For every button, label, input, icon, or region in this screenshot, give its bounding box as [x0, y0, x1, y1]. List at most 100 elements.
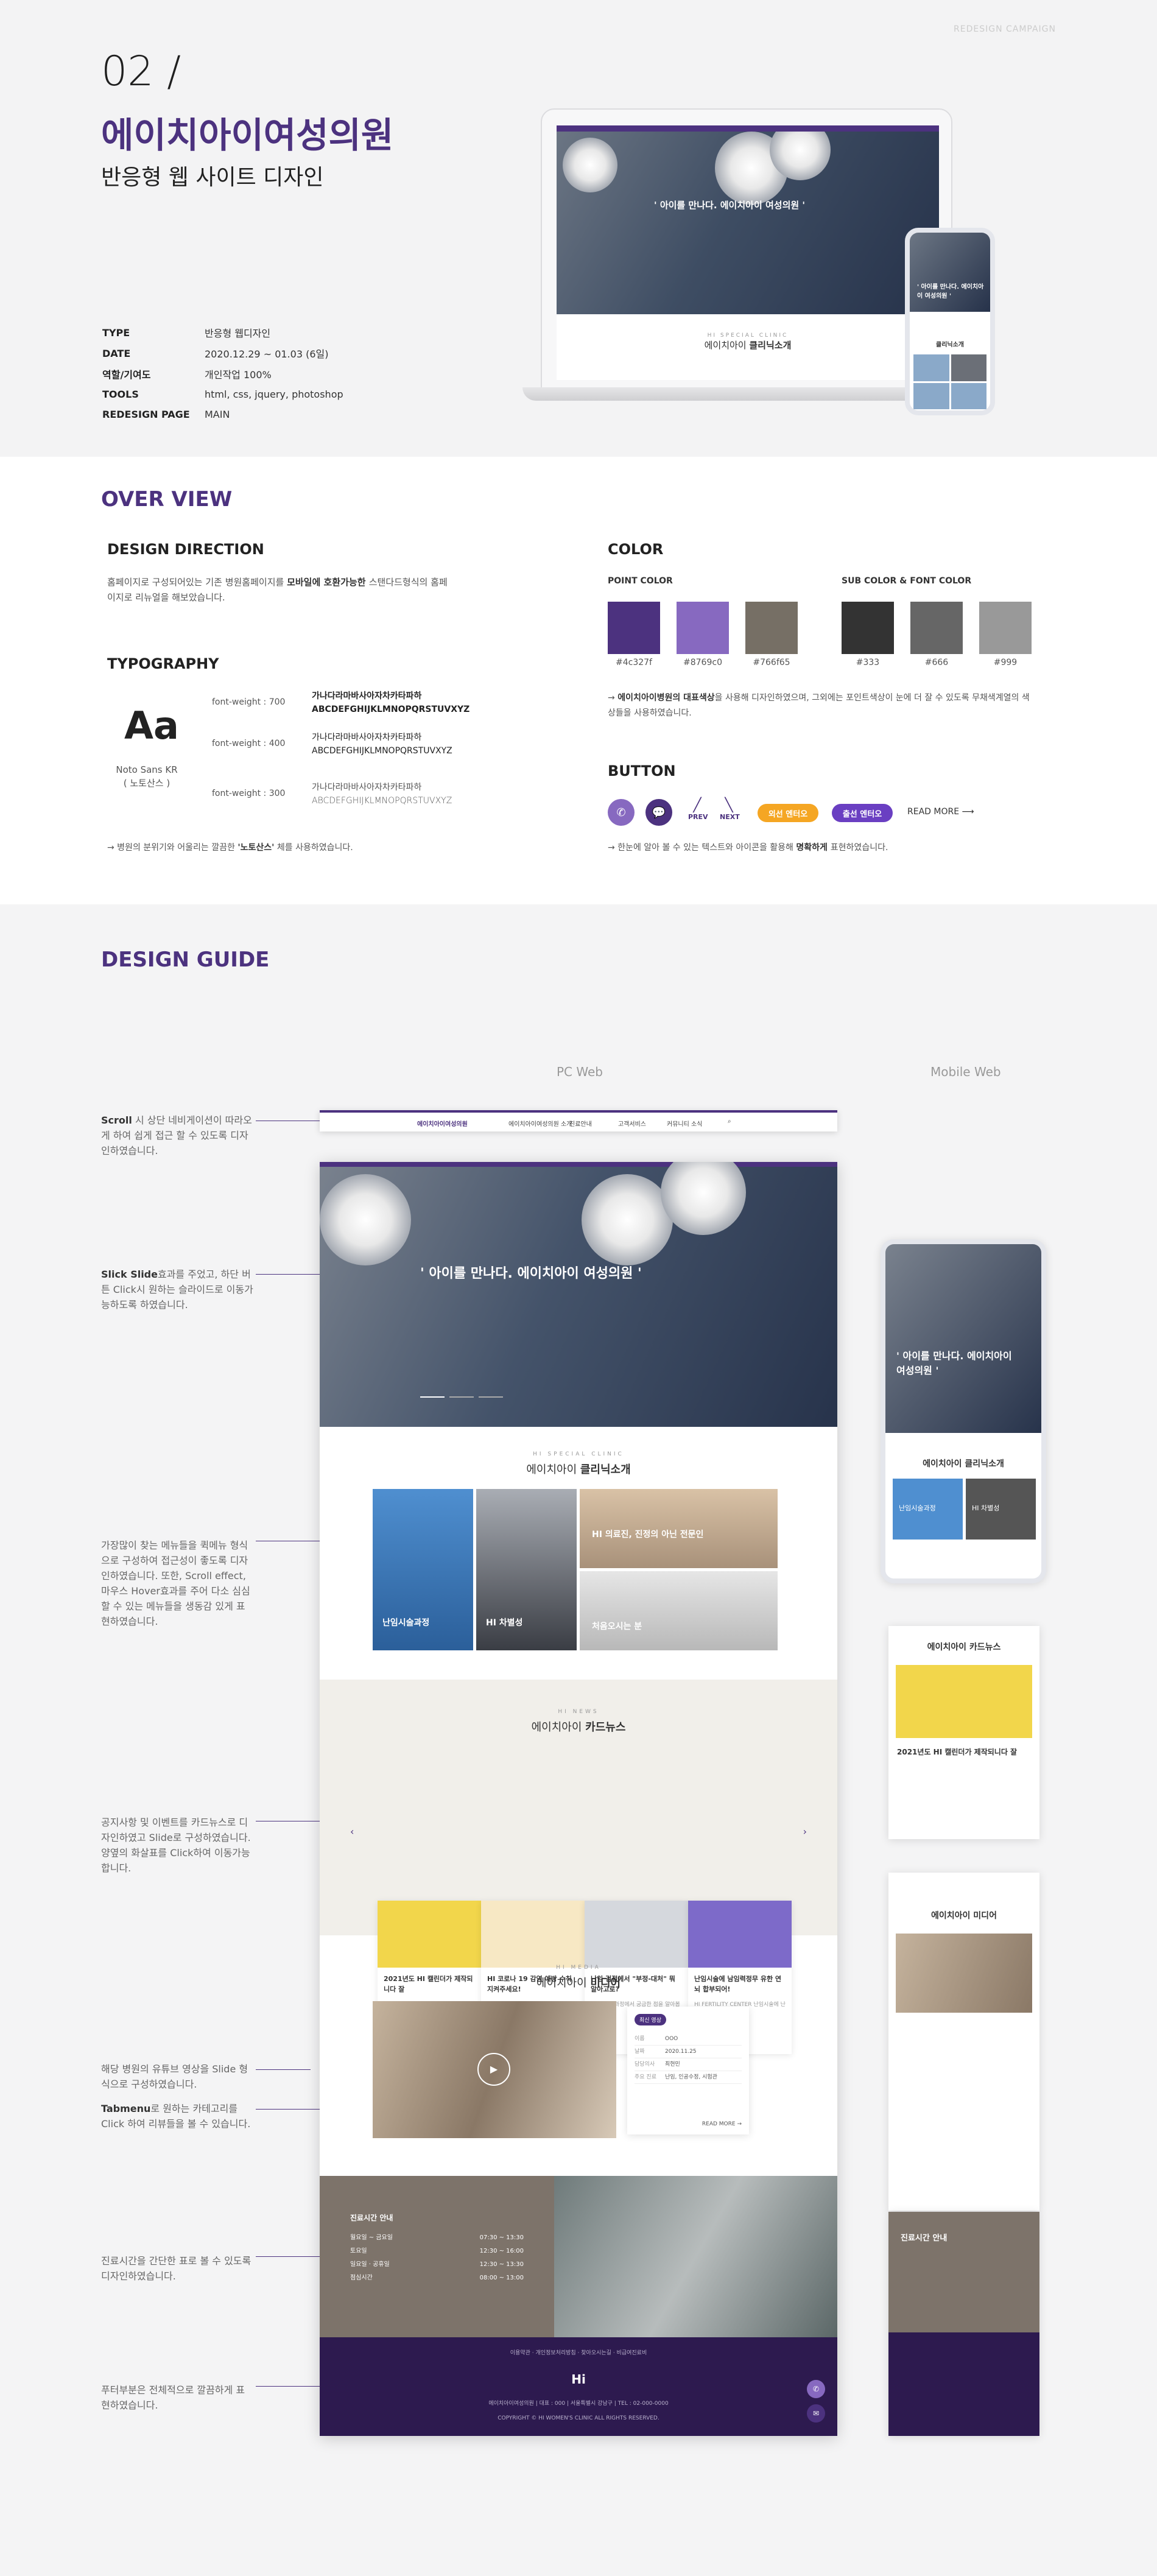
design-direction-title: DESIGN DIRECTION — [107, 541, 264, 558]
pc-hero-slider: ' 아이를 만나다. 에이치아이 여성의원 ' — [320, 1162, 837, 1427]
color-swatch — [842, 602, 894, 654]
media-review-box: 최신 영상 이름 OOO 날짜 2020.11.25 담당의사 최현민 주요 진료 난임, 인… — [627, 2007, 749, 2134]
project-meta-table: TYPE 반응형 웹디자인 DATE 2020.12.29 ~ 01.03 (6일)… — [101, 322, 345, 425]
purple-pill-button[interactable]: 출선 엔터오 — [832, 804, 893, 822]
swatch-label: #8769c0 — [683, 658, 722, 667]
nav-logo[interactable]: 에이치아이여성의원 — [417, 1119, 468, 1128]
guide-note: Scroll 시 상단 네비게이션이 따라오게 하여 쉽게 접근 할 수 있도록… — [101, 1114, 252, 1156]
overview-title: OVER VIEW — [101, 487, 233, 512]
font-sample-aa: Aa — [124, 703, 179, 748]
mobile-clinic-tile[interactable]: HI 차별성 — [966, 1479, 1036, 1540]
clinic-section-title: HI SPECIAL CLINIC 에이치아이 클리닉소개 — [526, 1451, 631, 1476]
mobile-hours-section: 진료시간 안내 — [888, 2212, 1039, 2436]
hero-quote: ' 아이를 만나다. 에이치아이 여성의원 ' — [654, 200, 805, 211]
hours-row: 월요일 ~ 금요일 07:30 ~ 13:30 — [350, 2234, 524, 2241]
point-color-label: POINT COLOR — [608, 576, 673, 586]
weight-label: font-weight : 300 — [212, 789, 286, 798]
guide-note: 공지사항 및 이벤트를 카드뉴스로 디자인하였고 Slide로 구성하였습니다.… — [101, 1817, 251, 1874]
arrow-left-icon: ╱ — [693, 798, 702, 813]
guide-note: 진료시간을 간단한 표로 볼 수 있도록 디자인하였습니다. — [101, 2255, 251, 2282]
clinic-tile[interactable]: HI 의료진, 진정의 아닌 전문인 — [580, 1489, 778, 1568]
pc-web-label: PC Web — [557, 1065, 603, 1079]
button-note: → 한눈에 알아 볼 수 있는 텍스트와 아이콘을 활용해 명확하게 표현하였습… — [608, 843, 888, 853]
doctors-photo — [554, 2176, 837, 2337]
media-section-title: HI MEDIA 에이치아이 미디어 — [536, 1965, 621, 1990]
mobile-clinic-tile[interactable]: 난임시술과정 — [893, 1479, 963, 1540]
chat-button[interactable]: ✉ — [807, 2404, 825, 2423]
guide-note: 해당 병원의 유튜브 영상을 Slide 형식으로 구성하였습니다. — [101, 2063, 248, 2090]
weight-sample-400: 가나다라마바사아자차카타파하 ABCDEFGHIJKLMNOPQRSTUVXYZ — [312, 733, 452, 756]
nav-item[interactable]: 에이치아이여성의원 소개 — [508, 1119, 572, 1128]
design-direction-text: 홈페이지로 구성되어있는 기존 병원홈페이지를 모바일에 호환가능한 스탠다드형… — [107, 577, 448, 603]
guide-connector-line — [256, 2069, 311, 2070]
meta-row: REDESIGN PAGE MAIN — [102, 409, 230, 420]
swatch-label: #766f65 — [753, 658, 790, 667]
guide-connector-line — [256, 1274, 323, 1275]
media-info-row: 주요 진료 난임, 인공수정, 시험관 — [635, 2071, 742, 2084]
meta-row: TOOLS html, css, jquery, photoshop — [102, 389, 343, 400]
media-info-row: 날짜 2020.11.25 — [635, 2046, 742, 2058]
color-swatch — [979, 602, 1032, 654]
laptop-screen: ' 아이를 만나다. 에이치아이 여성의원 ' HI SPECIAL CLINI… — [557, 125, 939, 380]
color-swatch — [677, 602, 729, 654]
chat-button[interactable]: 💬 — [645, 799, 672, 826]
arrow-right-icon: ╲ — [725, 798, 733, 813]
media-info-row: 이름 OOO — [635, 2033, 742, 2046]
phone-call-button[interactable]: ✆ — [608, 799, 635, 826]
weight-label: font-weight : 700 — [212, 697, 286, 707]
read-more-link[interactable]: READ MORE ⟶ — [907, 807, 974, 817]
mobile-phone-mockup: ' 아이를 만나다. 에이치아이 여성의원 ' 에이치아이 클리닉소개 난임시술… — [881, 1239, 1046, 1583]
laptop-base — [522, 387, 971, 401]
media-read-more[interactable]: READ MORE → — [702, 2121, 742, 2127]
meta-row: 역할/기여도 개인작업 100% — [102, 369, 272, 381]
clinic-tile[interactable]: 난임시술과정 — [373, 1489, 473, 1650]
font-name: Noto Sans KR( 노토산스 ) — [116, 764, 178, 789]
meta-row: DATE 2020.12.29 ~ 01.03 (6일) — [102, 347, 329, 361]
color-note: → 에이치아이병원의 대표색상을 사용해 디자인하였으며, 그외에는 포인트색상… — [608, 693, 1030, 718]
hero-section: REDESIGN CAMPAIGN 02 / 에이치아이여성의원 반응형 웹 사… — [0, 0, 1157, 457]
color-swatch — [745, 602, 798, 654]
search-icon[interactable]: ⌕ — [728, 1118, 731, 1125]
hours-row: 일요일 · 공휴일 12:30 ~ 13:30 — [350, 2261, 524, 2268]
overview-section — [0, 457, 1157, 904]
guide-connector-line — [256, 2109, 329, 2110]
phone-mockup: ' 아이를 만나다. 에이치아이 여성의원 ' 클리닉소개 — [905, 228, 995, 415]
pc-hero-quote: ' 아이를 만나다. 에이치아이 여성의원 ' — [420, 1266, 642, 1281]
nav-item[interactable]: 커뮤니티 소식 — [667, 1119, 702, 1128]
media-info-row: 담당의사 최현민 — [635, 2058, 742, 2071]
swatch-label: #333 — [856, 658, 880, 667]
mobile-media-section: 에이치아이 미디어 — [888, 1873, 1039, 2211]
weight-label: font-weight : 400 — [212, 739, 286, 748]
slider-dots[interactable] — [420, 1396, 503, 1398]
media-tab[interactable]: 최신 영상 — [635, 2014, 666, 2025]
sub-color-label: SUB COLOR & FONT COLOR — [842, 576, 972, 586]
news-prev-arrow[interactable]: ‹ — [350, 1826, 354, 1837]
prev-button[interactable]: ╱ PREV — [688, 798, 708, 821]
guide-note: 푸터부분은 전체적으로 깔끔하게 표현하였습니다. — [101, 2384, 245, 2411]
media-video[interactable]: ▶ — [373, 2001, 616, 2138]
typography-title: TYPOGRAPHY — [107, 655, 219, 672]
play-icon[interactable]: ▶ — [477, 2053, 510, 2086]
pc-sticky-nav: 에이치아이여성의원 에이치아이여성의원 소개 진료안내 고객서비스 커뮤니티 소… — [320, 1110, 837, 1131]
nav-item[interactable]: 고객서비스 — [618, 1119, 646, 1128]
purple-topbar — [557, 125, 939, 132]
laptop-mockup: ' 아이를 만나다. 에이치아이 여성의원 ' HI SPECIAL CLINI… — [541, 108, 952, 391]
news-next-arrow[interactable]: › — [803, 1826, 807, 1837]
clinic-tile[interactable]: 처음오시는 분 — [580, 1571, 778, 1650]
next-button[interactable]: ╲ NEXT — [720, 798, 740, 821]
orange-pill-button[interactable]: 외선 엔터오 — [758, 804, 818, 822]
phone-hero-photo — [910, 233, 990, 312]
phone-call-button[interactable]: ✆ — [807, 2380, 825, 2398]
mobile-web-label: Mobile Web — [930, 1065, 1001, 1079]
guide-note: Tabmenu로 원하는 카테고리를 Click 하여 리뷰들을 볼 수 있습니… — [101, 2103, 251, 2130]
weight-sample-700: 가나다라마바사아자차카타파하 ABCDEFGHIJKLMNOPQRSTUVXYZ — [312, 691, 470, 714]
mobile-news-section: 에이치아이 카드뉴스 2021년도 HI 캘린더가 제작되니다 잘 — [888, 1626, 1039, 1839]
guide-note: 가장많이 찾는 메뉴들을 퀵메뉴 형식으로 구성하여 접근성이 좋도록 디자인하… — [101, 1540, 250, 1627]
clinic-tile[interactable]: HI 차별성 — [476, 1489, 577, 1650]
project-number: 02 / — [101, 48, 181, 96]
news-section-title: HI NEWS 에이치아이 카드뉴스 — [531, 1709, 626, 1734]
nav-item[interactable]: 진료안내 — [569, 1119, 592, 1128]
guide-note: Slick Slide효과를 주었고, 하단 버튼 Click시 원하는 슬라이… — [101, 1269, 253, 1311]
hours-row: 점심시간 08:00 ~ 13:00 — [350, 2275, 524, 2281]
project-title: 에이치아이여성의원 — [101, 114, 394, 156]
